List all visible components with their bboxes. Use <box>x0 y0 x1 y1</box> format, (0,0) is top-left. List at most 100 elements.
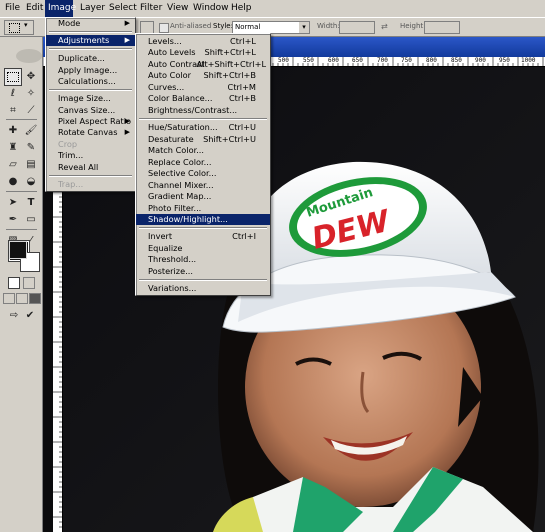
menu-item-photo-filter[interactable]: Photo Filter... <box>136 203 270 214</box>
ruler-tick-label: 500 <box>278 57 289 64</box>
menu-item-desaturate[interactable]: Desaturate Shift+Ctrl+U <box>136 134 270 145</box>
tool-preset-picker[interactable]: ▾ <box>4 20 34 35</box>
screen-mode-full-menu-icon[interactable] <box>16 293 28 304</box>
height-field <box>424 21 460 34</box>
ruler-tick-label: 600 <box>328 57 339 64</box>
menu-item-mode[interactable]: Mode ▶ <box>46 18 135 29</box>
toolbox-divider <box>6 229 37 230</box>
menu-item-rotate-canvas[interactable]: Rotate Canvas ▶ <box>46 127 135 138</box>
jump-to-imageready-icon[interactable]: ⇨ <box>6 309 22 322</box>
menu-item-match-color[interactable]: Match Color... <box>136 145 270 156</box>
style-label: Style: <box>213 22 233 30</box>
menu-window[interactable]: Window <box>190 0 232 17</box>
slice-tool-icon[interactable]: ⟋ <box>22 102 40 120</box>
menu-separator <box>49 89 132 91</box>
ruler-tick-label: 850 <box>451 57 462 64</box>
menu-item-auto-color[interactable]: Auto Color Shift+Ctrl+B <box>136 70 270 81</box>
crop-tool-icon[interactable]: ⌗ <box>4 102 22 120</box>
menu-item-selective-color[interactable]: Selective Color... <box>136 168 270 179</box>
menu-item-auto-contrast[interactable]: Auto Contrast Alt+Shift+Ctrl+L <box>136 59 270 70</box>
menu-item-image-size[interactable]: Image Size... <box>46 93 135 104</box>
chevron-down-icon: ▾ <box>24 21 28 29</box>
menu-item-hue-saturation[interactable]: Hue/Saturation... Ctrl+U <box>136 122 270 133</box>
menu-item-reveal-all[interactable]: Reveal All <box>46 162 135 173</box>
menu-item-invert[interactable]: Invert Ctrl+I <box>136 231 270 242</box>
paint-bucket-icon[interactable]: ▤ <box>22 156 40 174</box>
menu-item-levels[interactable]: Levels... Ctrl+L <box>136 36 270 47</box>
rectangle-tool-icon[interactable]: ▭ <box>22 211 40 229</box>
menu-item-adjustments[interactable]: Adjustments ▶ <box>46 35 135 46</box>
menu-item-brightness-contrast[interactable]: Brightness/Contrast... <box>136 105 270 116</box>
menu-item-shadow-highlight[interactable]: Shadow/Highlight... <box>136 214 270 225</box>
menu-item-equalize[interactable]: Equalize <box>136 243 270 254</box>
menu-item-canvas-size[interactable]: Canvas Size... <box>46 105 135 116</box>
healing-brush-icon[interactable]: ✚ <box>4 122 22 140</box>
style-value: Normal <box>235 23 261 31</box>
menu-item-pixel-aspect-ratio[interactable]: Pixel Aspect Ratio ▶ <box>46 116 135 127</box>
chevron-down-icon: ▾ <box>299 22 309 33</box>
foreground-color-swatch[interactable] <box>9 241 27 259</box>
menu-select[interactable]: Select <box>106 0 140 17</box>
menu-layer[interactable]: Layer <box>77 0 108 17</box>
marquee-tool-icon[interactable] <box>4 68 22 86</box>
type-tool-icon[interactable]: T <box>22 194 40 212</box>
menu-help[interactable]: Help <box>228 0 255 17</box>
menu-image[interactable]: Image <box>45 0 76 17</box>
antialiased-label: Anti-aliased <box>170 22 212 30</box>
screen-mode-full-icon[interactable] <box>29 293 41 304</box>
ruler-tick-label: 750 <box>401 57 412 64</box>
dodge-tool-icon[interactable]: ◒ <box>22 173 40 191</box>
check-icon[interactable]: ✔ <box>23 309 37 322</box>
toolbox: ✥ ℓ ✧ ⌗ ⟋ ✚ 🖌 ♜ ✎ ▱ ▤ ● ◒ ➤ T ✒ ▭ ▧ ⁄ ✋ … <box>0 37 43 532</box>
menu-item-posterize[interactable]: Posterize... <box>136 266 270 277</box>
menu-item-color-balance[interactable]: Color Balance... Ctrl+B <box>136 93 270 104</box>
ruler-tick-label: 1000 <box>521 57 536 64</box>
width-label: Width: <box>317 22 340 30</box>
blur-tool-icon[interactable]: ● <box>4 173 22 191</box>
ruler-tick-label: 950 <box>499 57 510 64</box>
magic-wand-icon[interactable]: ✧ <box>22 85 40 103</box>
menu-separator <box>49 175 132 177</box>
menu-separator <box>49 48 132 50</box>
toolbox-divider <box>6 191 37 192</box>
menu-filter[interactable]: Filter <box>137 0 165 17</box>
menu-item-apply-image[interactable]: Apply Image... <box>46 65 135 76</box>
menu-item-channel-mixer[interactable]: Channel Mixer... <box>136 180 270 191</box>
ruler-tick-label: 650 <box>352 57 363 64</box>
eraser-tool-icon[interactable]: ▱ <box>4 156 22 174</box>
move-tool-icon[interactable]: ✥ <box>22 68 40 86</box>
path-selection-icon[interactable]: ➤ <box>4 194 22 212</box>
brush-tool-icon[interactable]: 🖌 <box>22 122 40 140</box>
ruler-tick-label: 800 <box>426 57 437 64</box>
marquee-icon <box>9 23 20 33</box>
menu-item-replace-color[interactable]: Replace Color... <box>136 157 270 168</box>
pen-tool-icon[interactable]: ✒ <box>4 211 22 229</box>
menu-item-crop: Crop <box>58 139 78 149</box>
feather-icon <box>16 49 42 63</box>
toolbox-divider <box>6 119 37 120</box>
menu-item-duplicate[interactable]: Duplicate... <box>46 53 135 64</box>
menu-item-curves[interactable]: Curves... Ctrl+M <box>136 82 270 93</box>
swap-icon: ⇄ <box>381 22 388 31</box>
ruler-tick-label: 900 <box>475 57 486 64</box>
screen-mode-standard-icon[interactable] <box>3 293 15 304</box>
standard-mode-icon[interactable] <box>8 277 20 289</box>
menu-item-threshold[interactable]: Threshold... <box>136 254 270 265</box>
history-brush-icon[interactable]: ✎ <box>22 139 40 157</box>
chevron-right-icon: ▶ <box>124 19 130 27</box>
lasso-tool-icon[interactable]: ℓ <box>4 85 22 103</box>
chevron-right-icon: ▶ <box>124 117 130 125</box>
clone-stamp-icon[interactable]: ♜ <box>4 139 22 157</box>
menu-item-auto-levels[interactable]: Auto Levels Shift+Ctrl+L <box>136 47 270 58</box>
menu-view[interactable]: View <box>164 0 191 17</box>
menu-item-gradient-map[interactable]: Gradient Map... <box>136 191 270 202</box>
menu-file[interactable]: File <box>2 0 23 17</box>
menu-separator <box>139 118 267 120</box>
menu-item-variations[interactable]: Variations... <box>136 283 270 294</box>
chevron-right-icon: ▶ <box>124 128 130 136</box>
quick-mask-icon[interactable] <box>23 277 35 289</box>
antialiased-checkbox[interactable] <box>159 23 169 33</box>
menu-item-trim[interactable]: Trim... <box>46 150 135 161</box>
menu-item-calculations[interactable]: Calculations... <box>46 76 135 87</box>
menu-edit[interactable]: Edit <box>23 0 46 17</box>
